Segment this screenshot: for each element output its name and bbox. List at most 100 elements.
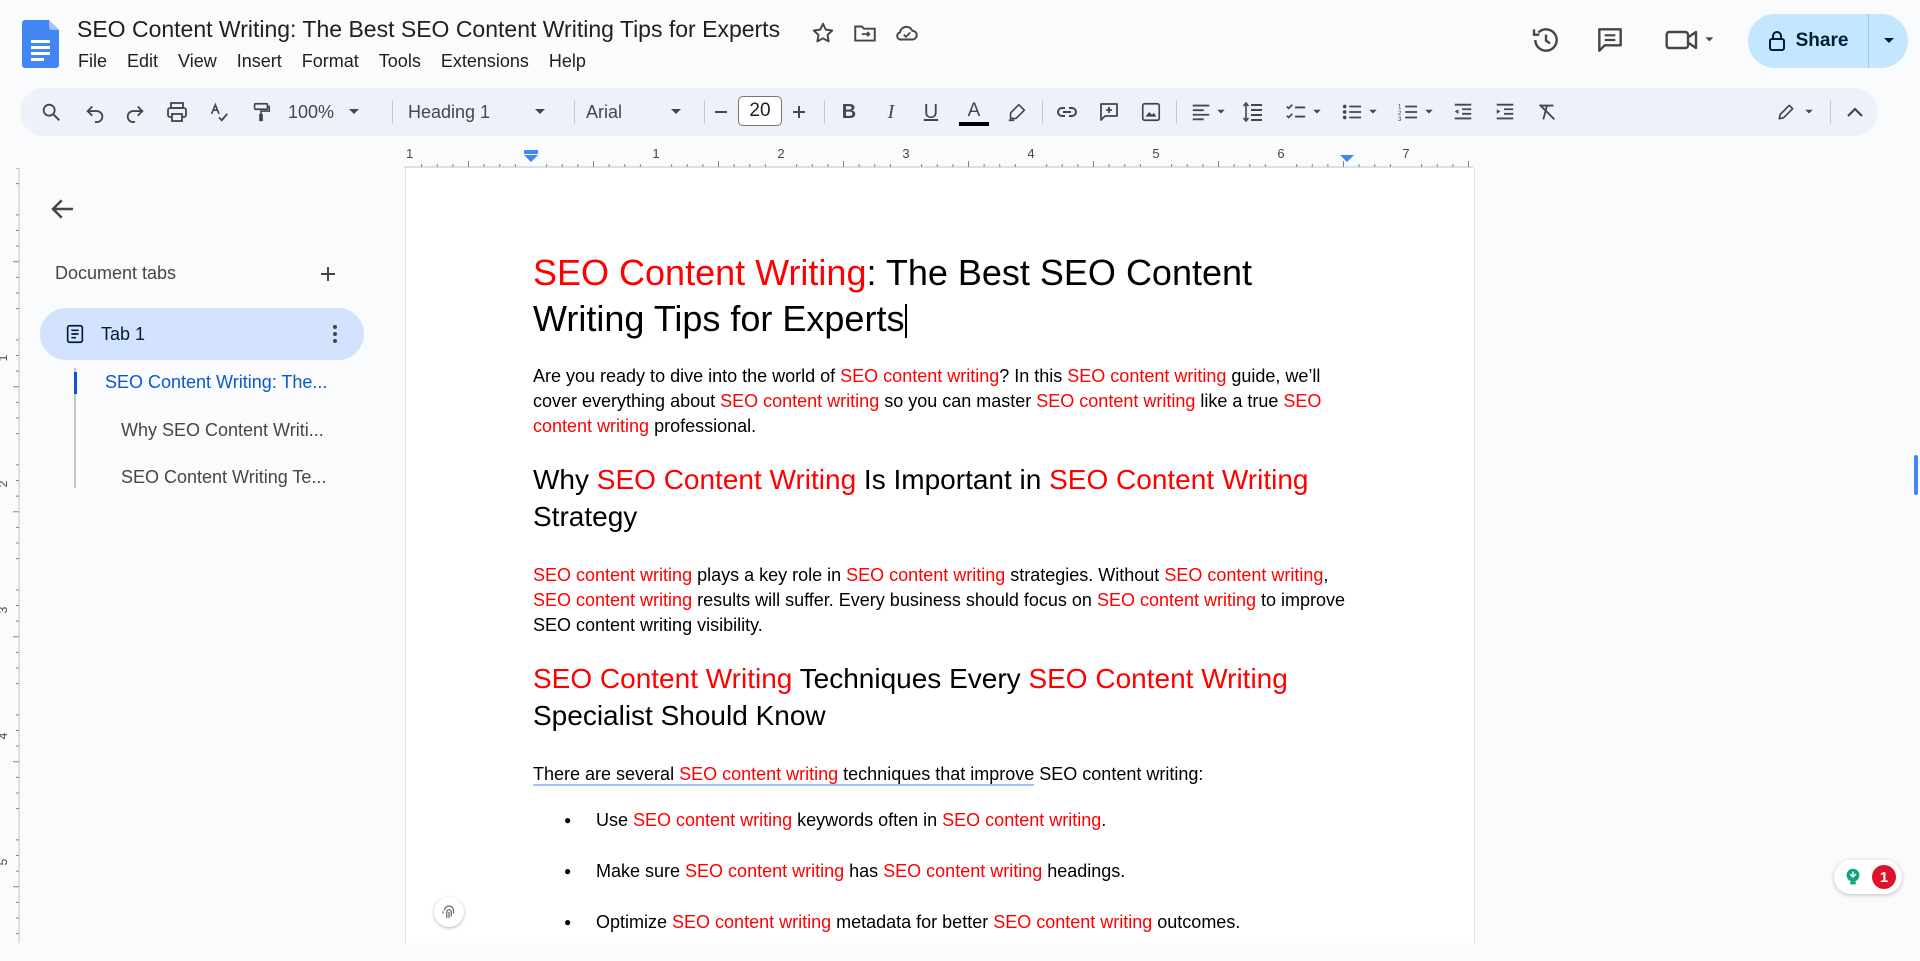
menu-file[interactable]: File (68, 50, 117, 72)
list-item: Use SEO content writing keywords often i… (533, 808, 1353, 833)
menu-bar: File Edit View Insert Format Tools Exten… (68, 50, 596, 72)
bold-icon[interactable]: B (832, 88, 866, 136)
fingerprint-icon[interactable] (434, 897, 464, 927)
decrease-font-size-icon[interactable] (708, 88, 734, 136)
version-history-icon[interactable] (1530, 24, 1562, 56)
ruler-label: 4 (0, 732, 10, 739)
menu-tools[interactable]: Tools (369, 50, 431, 72)
align-left-icon[interactable] (1186, 88, 1230, 136)
heading-2: Why SEO Content Writing Is Important in … (533, 464, 1309, 532)
cloud-saved-icon[interactable] (894, 20, 920, 46)
menu-format[interactable]: Format (292, 50, 369, 72)
ruler-label: 1 (652, 146, 659, 161)
toolbar: 100% Heading 1 Arial 20 B I U A 1 2 3 (20, 88, 1878, 136)
add-comment-icon[interactable] (1092, 88, 1126, 136)
ruler-label: 5 (1152, 146, 1159, 161)
right-indent-marker (1340, 155, 1354, 162)
document-body[interactable]: SEO Content Writing: The Best SEO Conten… (533, 250, 1353, 961)
ruler-label: 3 (902, 146, 909, 161)
heading-1: SEO Content Writing: The Best SEO Conten… (533, 252, 1253, 339)
ruler-label: 2 (0, 480, 10, 487)
list-item: Make sure SEO content writing has SEO co… (533, 859, 1353, 884)
share-button[interactable]: Share (1748, 14, 1908, 68)
lightbulb-icon (1846, 868, 1860, 885)
ruler-label: 3 (0, 606, 10, 613)
outline-item-h2[interactable]: SEO Content Writing Te... (121, 467, 335, 488)
paragraph: There are several SEO content writing te… (533, 764, 1204, 786)
notification-count: 1 (1872, 865, 1896, 889)
clear-formatting-icon[interactable] (1530, 88, 1564, 136)
checklist-icon[interactable] (1280, 88, 1326, 136)
tab-item[interactable]: Tab 1 (40, 308, 364, 360)
left-indent-marker (524, 150, 538, 162)
insert-image-icon[interactable] (1134, 88, 1168, 136)
chevron-down-icon (535, 109, 546, 114)
zoom-select[interactable]: 100% (288, 88, 378, 136)
tab-label: Tab 1 (101, 324, 146, 344)
ruler-label: 5 (0, 858, 10, 865)
ruler-label: 7 (1402, 146, 1409, 161)
menu-insert[interactable]: Insert (227, 50, 292, 72)
menu-help[interactable]: Help (539, 50, 596, 72)
ruler-label: 1 (406, 146, 413, 161)
outline-item-h2[interactable]: Why SEO Content Writi... (121, 420, 335, 441)
share-label: Share (1795, 30, 1849, 51)
bullet-list: Use SEO content writing keywords often i… (533, 808, 1353, 935)
font-size-input[interactable]: 20 (738, 96, 782, 126)
horizontal-ruler[interactable]: 1 1 2 3 4 5 6 7 (404, 146, 1473, 168)
menu-extensions[interactable]: Extensions (431, 50, 539, 72)
ruler-label: 1 (0, 354, 10, 361)
increase-indent-icon[interactable] (1488, 88, 1522, 136)
more-options-icon[interactable] (323, 322, 347, 346)
document-page[interactable]: SEO Content Writing: The Best SEO Conten… (405, 168, 1475, 943)
zoom-value: 100% (288, 101, 335, 122)
bulleted-list-icon[interactable] (1336, 88, 1382, 136)
paragraph: SEO content writing plays a key role in … (533, 565, 1346, 635)
docs-logo[interactable] (22, 20, 62, 68)
add-tab-icon[interactable] (316, 262, 340, 286)
chevron-down-icon (349, 109, 360, 114)
spellcheck-icon[interactable] (202, 88, 236, 136)
highlight-color-icon[interactable] (1000, 88, 1034, 136)
font-select[interactable]: Arial (578, 88, 706, 136)
editing-mode-icon[interactable] (1770, 88, 1820, 136)
menu-edit[interactable]: Edit (117, 50, 168, 72)
list-item: Optimize SEO content writing metadata fo… (533, 910, 1353, 935)
outline-item-h1[interactable]: SEO Content Writing: The... (105, 372, 335, 393)
increase-font-size-icon[interactable] (786, 88, 812, 136)
font-value: Arial (586, 101, 623, 122)
svg-text:3: 3 (1398, 116, 1402, 123)
print-icon[interactable] (160, 88, 194, 136)
text-color-icon[interactable]: A (954, 88, 994, 136)
search-menus-icon[interactable] (34, 88, 68, 136)
star-icon[interactable] (810, 20, 836, 46)
redo-icon[interactable] (118, 88, 152, 136)
meet-icon[interactable] (1664, 24, 1720, 56)
undo-icon[interactable] (78, 88, 112, 136)
insert-link-icon[interactable] (1050, 88, 1084, 136)
decrease-indent-icon[interactable] (1446, 88, 1480, 136)
document-tabs-title: Document tabs (55, 263, 177, 283)
ruler-label: 4 (1027, 146, 1034, 161)
underline-icon[interactable]: U (914, 88, 948, 136)
share-dropdown-caret[interactable] (1869, 37, 1908, 45)
line-spacing-icon[interactable] (1236, 88, 1270, 136)
assistant-badge[interactable]: 1 (1834, 860, 1902, 894)
numbered-list-icon[interactable]: 123 (1392, 88, 1438, 136)
heading-2: SEO Content Writing Techniques Every SEO… (533, 663, 1288, 731)
menu-view[interactable]: View (168, 50, 227, 72)
back-arrow-icon[interactable] (48, 194, 78, 224)
vertical-ruler[interactable]: 1 2 3 4 5 (0, 168, 20, 943)
hide-menus-icon[interactable] (1838, 88, 1872, 136)
ruler-label: 6 (1277, 146, 1284, 161)
italic-icon[interactable]: I (874, 88, 908, 136)
document-tab-icon (66, 324, 84, 344)
paint-format-icon[interactable] (244, 88, 278, 136)
move-folder-icon[interactable] (852, 20, 878, 46)
comments-icon[interactable] (1594, 24, 1626, 56)
chevron-down-icon (671, 109, 682, 114)
style-select[interactable]: Heading 1 (408, 88, 558, 136)
scrollbar-thumb[interactable] (1914, 455, 1918, 495)
document-title[interactable]: SEO Content Writing: The Best SEO Conten… (77, 16, 780, 43)
style-value: Heading 1 (408, 101, 491, 122)
